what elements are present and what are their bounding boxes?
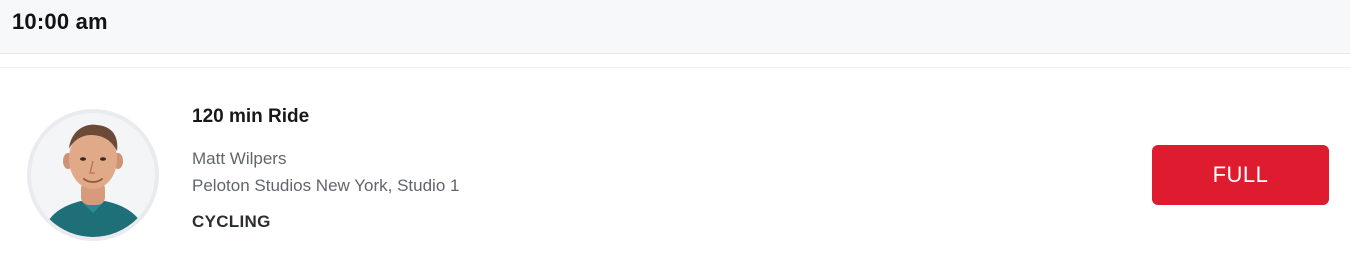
- class-discipline: CYCLING: [192, 212, 271, 231]
- class-title[interactable]: 120 min Ride: [192, 106, 309, 128]
- instructor-name: Matt Wilpers: [192, 149, 287, 168]
- class-location: Peloton Studios New York, Studio 1: [192, 176, 460, 195]
- time-slot-label: 10:00 am: [12, 9, 108, 34]
- divider: [0, 67, 1350, 68]
- time-slot-header: 10:00 am: [0, 0, 1350, 54]
- full-status-button[interactable]: FULL: [1152, 145, 1329, 205]
- instructor-photo: [31, 113, 155, 237]
- instructor-avatar: [27, 109, 159, 241]
